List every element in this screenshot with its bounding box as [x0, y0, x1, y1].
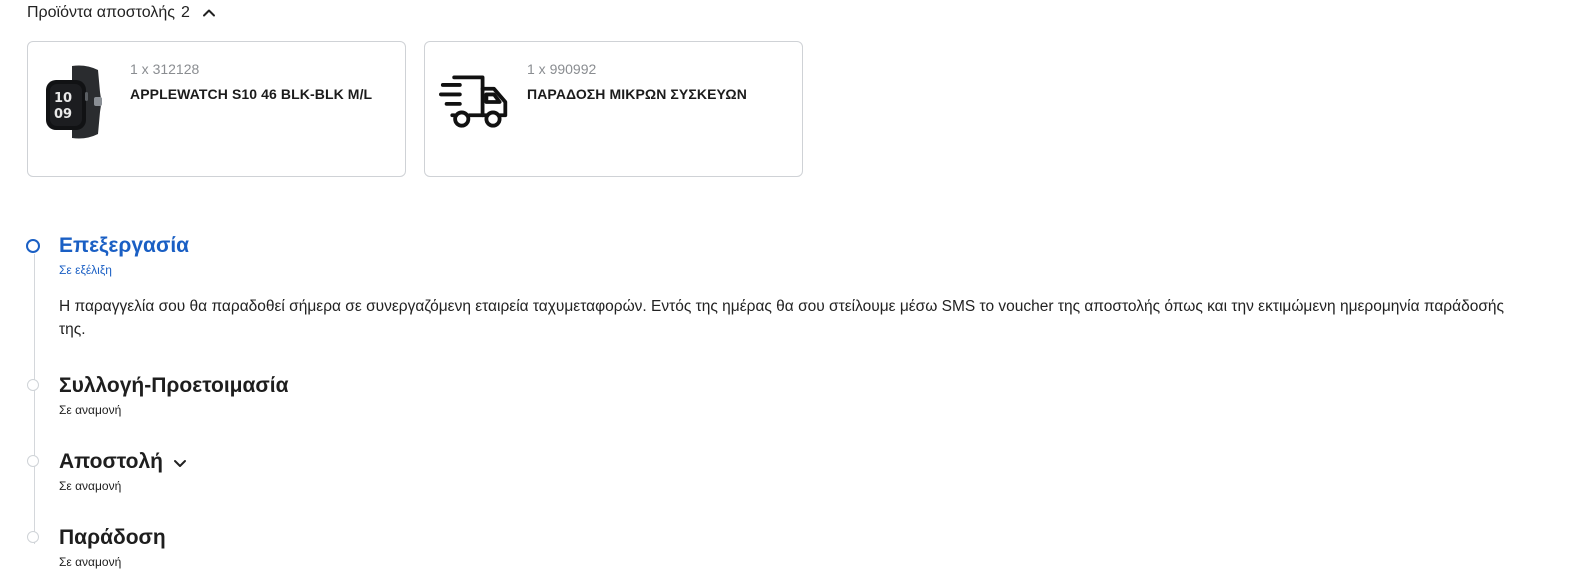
products-count: 2	[180, 4, 190, 21]
chevron-down-icon	[173, 460, 186, 467]
delivery-truck-icon	[439, 62, 511, 142]
smartwatch-image: 10 09	[42, 62, 114, 142]
step-status: Σε εξέλιξη	[59, 263, 112, 277]
product-name: APPLEWATCH S10 46 BLK-BLK M/L	[130, 86, 373, 102]
step-title: Παράδοση	[59, 526, 166, 549]
pending-step-indicator	[27, 379, 39, 391]
products-header-label: Προϊόντα αποστολής	[27, 4, 175, 21]
step-status: Σε αναμονή	[59, 403, 122, 417]
product-name: ΠΑΡΑΔΟΣΗ ΜΙΚΡΩΝ ΣΥΣΚΕΥΩΝ	[527, 86, 747, 102]
step-description: Η παραγγελία σου θα παραδοθεί σήμερα σε …	[59, 298, 1504, 338]
pending-step-indicator	[27, 455, 39, 467]
pending-step-indicator	[27, 531, 39, 543]
svg-text:10: 10	[54, 91, 72, 106]
chevron-up-icon	[202, 9, 215, 17]
step-status: Σε αναμονή	[59, 555, 122, 569]
product-card: 1 x 990992 ΠΑΡΑΔΟΣΗ ΜΙΚΡΩΝ ΣΥΣΚΕΥΩΝ	[424, 41, 803, 177]
step-status: Σε αναμονή	[59, 479, 122, 493]
products-toggle[interactable]: Προϊόντα αποστολής 2	[27, 2, 216, 24]
product-card: 10 09 1 x 312128 APPLEWATCH S10 46 BLK-B…	[27, 41, 406, 177]
svg-text:09: 09	[54, 107, 72, 122]
active-step-indicator	[26, 239, 40, 253]
shipping-expand-toggle[interactable]: Αποστολή	[59, 450, 187, 474]
step-title: Αποστολή	[59, 450, 163, 473]
step-title: Συλλογή-Προετοιμασία	[59, 374, 289, 397]
timeline-connector	[34, 254, 35, 544]
product-qty-code: 1 x 312128	[130, 61, 200, 77]
product-qty-code: 1 x 990992	[527, 61, 597, 77]
step-title: Επεξεργασία	[59, 234, 190, 257]
